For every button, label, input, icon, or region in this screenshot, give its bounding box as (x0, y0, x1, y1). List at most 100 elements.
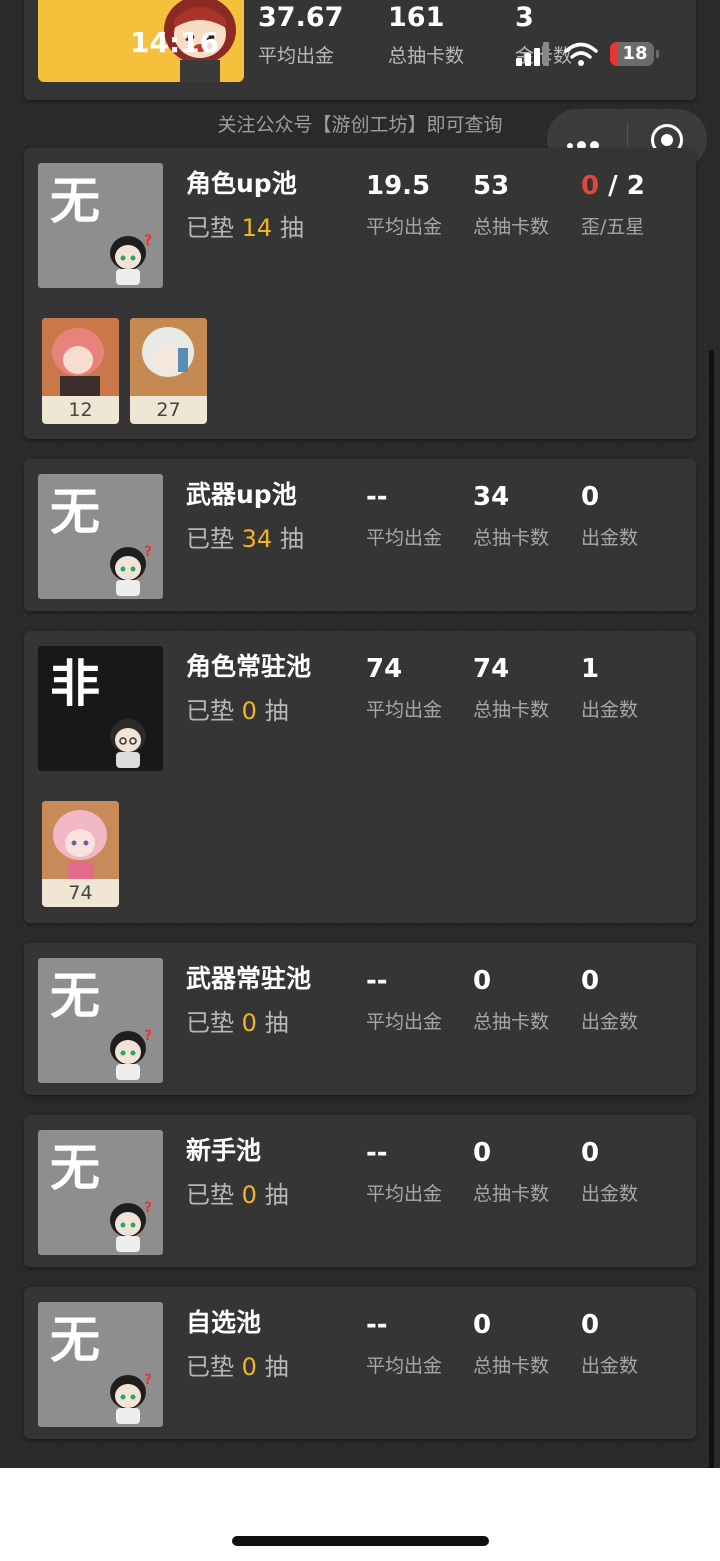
pity-prefix: 已垫 (186, 697, 234, 725)
pool-name: 武器up池 (186, 480, 297, 509)
pity-prefix: 已垫 (186, 525, 234, 553)
pool-name: 角色up池 (186, 169, 297, 198)
battery-icon: 18 (610, 42, 654, 66)
rank-char: 无 (50, 1139, 100, 1197)
summary-banner: 14:16 (38, 0, 244, 82)
pity-count: 0 (241, 1009, 257, 1037)
five-star-pulls: 12 (68, 399, 93, 421)
pity-text: 已垫 0 抽 (186, 1347, 289, 1382)
stat-total: 0 总抽卡数 (473, 1309, 549, 1378)
five-star-count: / 2 (599, 171, 645, 201)
pity-prefix: 已垫 (186, 1353, 234, 1381)
chibi-mascot-icon: ? (110, 544, 152, 596)
stat-gold: 0 出金数 (581, 1309, 638, 1378)
stat-label: 出金数 (581, 1183, 639, 1205)
five-star-pulls: 27 (156, 399, 181, 421)
stat-gold: 0 出金数 (581, 1137, 638, 1206)
stat-total: 34 总抽卡数 (473, 481, 549, 550)
five-star-card[interactable]: 12 (42, 318, 119, 424)
stat-avg: -- 平均出金 (366, 481, 442, 550)
stat-label: 总抽卡数 (473, 1355, 550, 1377)
pool-card-role-up[interactable]: 无 ? 角色up池 已垫 14 抽 19.5 平均出金 53 总抽卡数 0 / 2 歪… (24, 148, 696, 439)
pity-text: 已垫 34 抽 (186, 519, 304, 554)
rank-badge: 无 ? (38, 1130, 163, 1255)
stat-label: 平均出金 (366, 527, 443, 549)
stat-avg: -- 平均出金 (366, 1137, 442, 1206)
five-star-pulls: 74 (68, 882, 93, 904)
pity-prefix: 已垫 (186, 1181, 234, 1209)
summary-value: 3 (515, 2, 534, 33)
stat-label: 总抽卡数 (473, 216, 550, 238)
stat-total: 0 总抽卡数 (473, 1137, 549, 1206)
pool-card-weapon-up[interactable]: 无 ? 武器up池 已垫 34 抽 -- 平均出金 34 总抽卡数 0 出金数 (24, 459, 696, 611)
chibi-mascot-icon: ? (110, 1200, 152, 1252)
pool-card-selectable[interactable]: 无 ? 自选池 已垫 0 抽 -- 平均出金 0 总抽卡数 0 出金数 (24, 1287, 696, 1439)
battery-level: 18 (622, 43, 648, 64)
rank-badge: 非 (38, 646, 163, 771)
status-time: 14:16 (130, 26, 220, 59)
stat-label: 总抽卡数 (473, 699, 550, 721)
stat-gold: 1 出金数 (581, 653, 638, 722)
summary-value: 161 (388, 2, 445, 33)
chibi-mascot-icon: ? (110, 1028, 152, 1080)
home-indicator[interactable] (232, 1536, 489, 1546)
cell-signal-icon (516, 42, 549, 66)
stat-value: 53 (473, 171, 510, 201)
character-portrait-icon (42, 318, 119, 396)
five-star-card[interactable]: 27 (130, 318, 207, 424)
stat-value: 0 (581, 1138, 600, 1168)
rank-badge: 无 ? (38, 474, 163, 599)
stat-value: 0 (581, 966, 600, 996)
pity-text: 已垫 0 抽 (186, 1003, 289, 1038)
rank-char: 无 (50, 172, 100, 230)
five-star-card[interactable]: 74 (42, 801, 119, 907)
stat-label: 歪/五星 (581, 216, 645, 238)
pity-text: 已垫 14 抽 (186, 208, 304, 243)
bottom-safe-area (0, 1468, 720, 1561)
stat-total: 0 总抽卡数 (473, 965, 549, 1034)
chibi-mascot-icon: ? (110, 1372, 152, 1424)
pity-text: 已垫 0 抽 (186, 1175, 289, 1210)
character-portrait-icon (42, 801, 119, 879)
pool-card-weapon-standard[interactable]: 无 ? 武器常驻池 已垫 0 抽 -- 平均出金 0 总抽卡数 0 出金数 (24, 943, 696, 1095)
pool-card-role-standard[interactable]: 非 角色常驻池 已垫 0 抽 74 平均出金 74 总抽卡数 1 出金数 74 (24, 631, 696, 923)
wifi-icon (564, 42, 598, 66)
stat-total: 53 总抽卡数 (473, 170, 549, 239)
stat-value: 0 (473, 1138, 492, 1168)
pity-suffix: 抽 (264, 1181, 289, 1209)
stat-label: 出金数 (581, 527, 639, 549)
status-icons: 18 (516, 40, 666, 68)
stat-value: -- (366, 482, 388, 512)
svg-text:?: ? (144, 233, 152, 249)
stat-avg: 74 平均出金 (366, 653, 442, 722)
pity-suffix: 抽 (264, 1009, 289, 1037)
pool-card-beginner[interactable]: 无 ? 新手池 已垫 0 抽 -- 平均出金 0 总抽卡数 0 出金数 (24, 1115, 696, 1267)
scrollbar[interactable] (709, 350, 714, 1468)
stat-value: 0 (581, 1310, 600, 1340)
rank-char: 无 (50, 967, 100, 1025)
pity-count: 34 (241, 525, 273, 553)
stat-avg: -- 平均出金 (366, 965, 442, 1034)
stat-value: 19.5 (366, 171, 431, 201)
svg-text:?: ? (144, 1200, 152, 1216)
pity-count: 14 (241, 214, 273, 242)
stat-value: 0 / 2 (581, 170, 645, 202)
svg-text:?: ? (144, 1372, 152, 1388)
stat-label: 平均出金 (366, 699, 443, 721)
stat-value: 74 (366, 654, 403, 684)
rank-badge: 无 ? (38, 163, 163, 288)
stat-value: 0 (473, 966, 492, 996)
pity-count: 0 (241, 697, 257, 725)
character-portrait-icon (130, 318, 207, 396)
stat-value: 34 (473, 482, 510, 512)
summary-label: 总抽卡数 (388, 45, 465, 67)
summary-stat-avg: 37.67 平均出金 (258, 2, 343, 68)
pool-name: 自选池 (186, 1308, 262, 1337)
stat-label: 平均出金 (366, 1355, 443, 1377)
stat-label: 出金数 (581, 1011, 639, 1033)
stat-avg: 19.5 平均出金 (366, 170, 442, 239)
pity-count: 0 (241, 1181, 257, 1209)
summary-value: 37.67 (258, 2, 344, 33)
stat-value: 0 (473, 1310, 492, 1340)
pity-suffix: 抽 (279, 525, 304, 553)
